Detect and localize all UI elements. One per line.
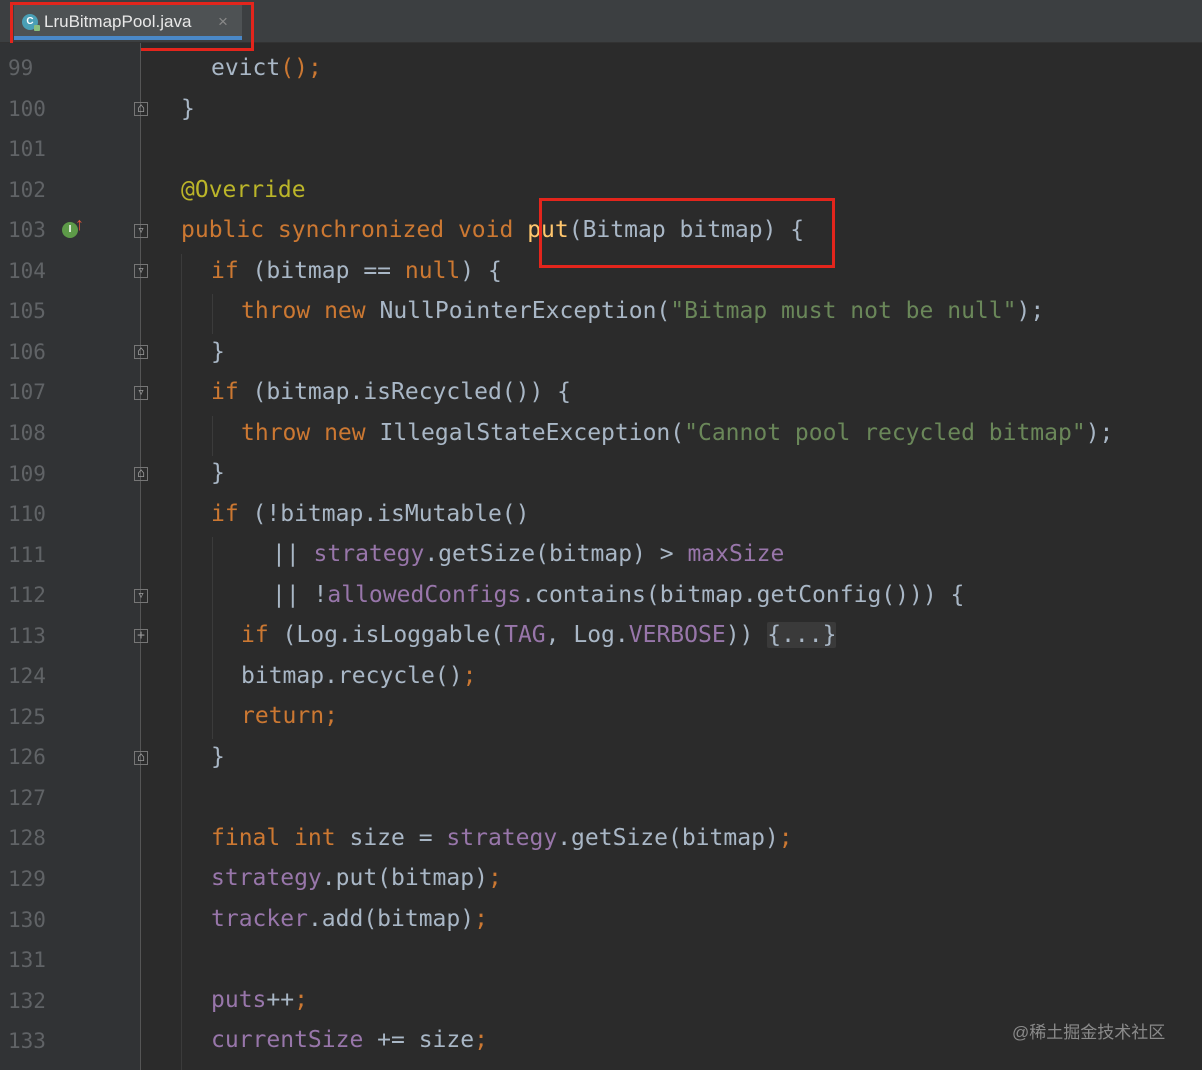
line-number: 133 <box>8 1029 46 1054</box>
code-line-108: throw new IllegalStateException("Cannot … <box>241 420 1114 446</box>
code-line-126: } <box>211 744 225 770</box>
watermark: @稀土掘金技术社区 <box>1012 1023 1166 1042</box>
code-line-110: if (!bitmap.isMutable() <box>211 501 530 527</box>
line-number: 130 <box>8 907 46 932</box>
code-line-124: bitmap.recycle(); <box>241 663 477 689</box>
code-line-106: } <box>211 339 225 365</box>
code-line-125: return; <box>241 703 338 729</box>
fold-end-icon[interactable]: ⌂ <box>134 751 148 765</box>
indent-guide <box>181 254 182 1070</box>
line-number: 102 <box>8 177 46 202</box>
line-number: 124 <box>8 664 46 689</box>
close-icon[interactable]: × <box>218 12 228 32</box>
code-line-103: public synchronized void put(Bitmap bitm… <box>181 217 805 243</box>
gutter-separator <box>140 43 141 1070</box>
line-number: 101 <box>8 137 46 162</box>
line-number: 125 <box>8 704 46 729</box>
fold-end-icon[interactable]: ⌂ <box>134 467 148 481</box>
code-line-107: if (bitmap.isRecycled()) { <box>211 379 572 405</box>
code-line-132: puts++; <box>211 987 308 1013</box>
line-number: 112 <box>8 583 46 608</box>
tab-label: LruBitmapPool.java <box>44 12 192 31</box>
code-line-112: || !allowedConfigs.contains(bitmap.getCo… <box>272 582 965 608</box>
java-class-icon: C <box>22 14 40 31</box>
code-line-111: || strategy.getSize(bitmap) > maxSize <box>272 541 785 567</box>
line-number: 127 <box>8 785 46 810</box>
code-line-99: evict(); <box>211 55 322 81</box>
navigate-up-arrow-icon[interactable]: ↑ <box>75 214 84 235</box>
line-number: 128 <box>8 826 46 851</box>
fold-end-icon[interactable]: ⌂ <box>134 345 148 359</box>
line-number: 108 <box>8 420 46 445</box>
line-number: 105 <box>8 299 46 324</box>
code-line-102: @Override <box>181 177 306 203</box>
editor-tab-bar: C LruBitmapPool.java × <box>0 0 1202 43</box>
code-line-109: } <box>211 460 225 486</box>
code-line-104: if (bitmap == null) { <box>211 258 502 284</box>
fold-end-icon[interactable]: ⌂ <box>134 102 148 116</box>
line-number: 113 <box>8 623 46 648</box>
line-number: 100 <box>8 96 46 121</box>
line-number: 104 <box>8 258 46 283</box>
line-number: 126 <box>8 745 46 770</box>
indent-guide <box>212 416 213 456</box>
line-number: 132 <box>8 988 46 1013</box>
fold-start-icon[interactable]: ▿ <box>134 386 148 400</box>
code-line-133: currentSize += size; <box>211 1027 488 1053</box>
fold-expand-icon[interactable]: + <box>134 629 148 643</box>
fold-start-icon[interactable]: ▿ <box>134 264 148 278</box>
code-line-130: tracker.add(bitmap); <box>211 906 488 932</box>
line-number: 131 <box>8 948 46 973</box>
line-number: 109 <box>8 461 46 486</box>
fold-start-icon[interactable]: ▿ <box>134 589 148 603</box>
collapsed-block[interactable]: {...} <box>767 622 837 648</box>
line-number: 129 <box>8 867 46 891</box>
line-number: 111 <box>8 542 46 567</box>
line-number: 106 <box>8 339 46 364</box>
fold-start-icon[interactable]: ▿ <box>134 224 148 238</box>
code-line-100: } <box>181 96 195 122</box>
code-line-128: final int size = strategy.getSize(bitmap… <box>211 825 793 851</box>
indent-guide <box>212 294 213 334</box>
code-line-113: if (Log.isLoggable(TAG, Log.VERBOSE)) {.… <box>241 622 837 648</box>
line-number: 103 <box>8 218 46 243</box>
code-line-105: throw new NullPointerException("Bitmap m… <box>241 298 1045 324</box>
tab-lrubitmappool[interactable]: C LruBitmapPool.java × <box>14 4 242 40</box>
line-number: 110 <box>8 502 46 527</box>
line-number: 99 <box>8 56 34 80</box>
indent-guide <box>212 537 213 739</box>
code-line-129: strategy.put(bitmap); <box>211 865 502 891</box>
line-number: 107 <box>8 380 46 405</box>
